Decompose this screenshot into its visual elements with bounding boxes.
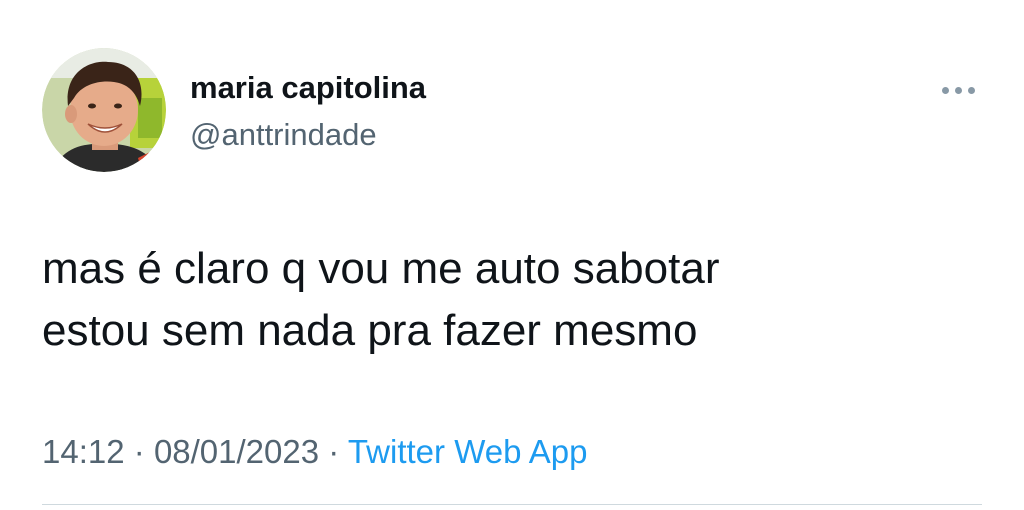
- divider: [42, 504, 982, 505]
- avatar[interactable]: [42, 48, 166, 172]
- tweet-metadata: 14:12 · 08/01/2023 · Twitter Web App: [42, 433, 588, 471]
- meta-separator: ·: [133, 433, 154, 470]
- more-options-icon[interactable]: [934, 78, 982, 102]
- author-display-name[interactable]: maria capitolina: [190, 70, 426, 106]
- tweet-text-line: estou sem nada pra fazer mesmo: [42, 306, 698, 355]
- tweet-text-line: mas é claro q vou me auto sabotar: [42, 244, 720, 293]
- tweet-time[interactable]: 14:12: [42, 433, 125, 470]
- tweet-text: mas é claro q vou me auto sabotar estou …: [42, 238, 982, 362]
- more-dot: [954, 86, 962, 94]
- tweet-date[interactable]: 08/01/2023: [154, 433, 319, 470]
- meta-separator: ·: [328, 433, 348, 470]
- tweet-card: maria capitolina @anttrindade mas é clar…: [0, 0, 1024, 510]
- more-dot: [967, 86, 975, 94]
- author-handle[interactable]: @anttrindade: [190, 117, 377, 153]
- profile-photo-image: [42, 48, 166, 172]
- more-dot: [941, 86, 949, 94]
- tweet-source-link[interactable]: Twitter Web App: [348, 433, 588, 470]
